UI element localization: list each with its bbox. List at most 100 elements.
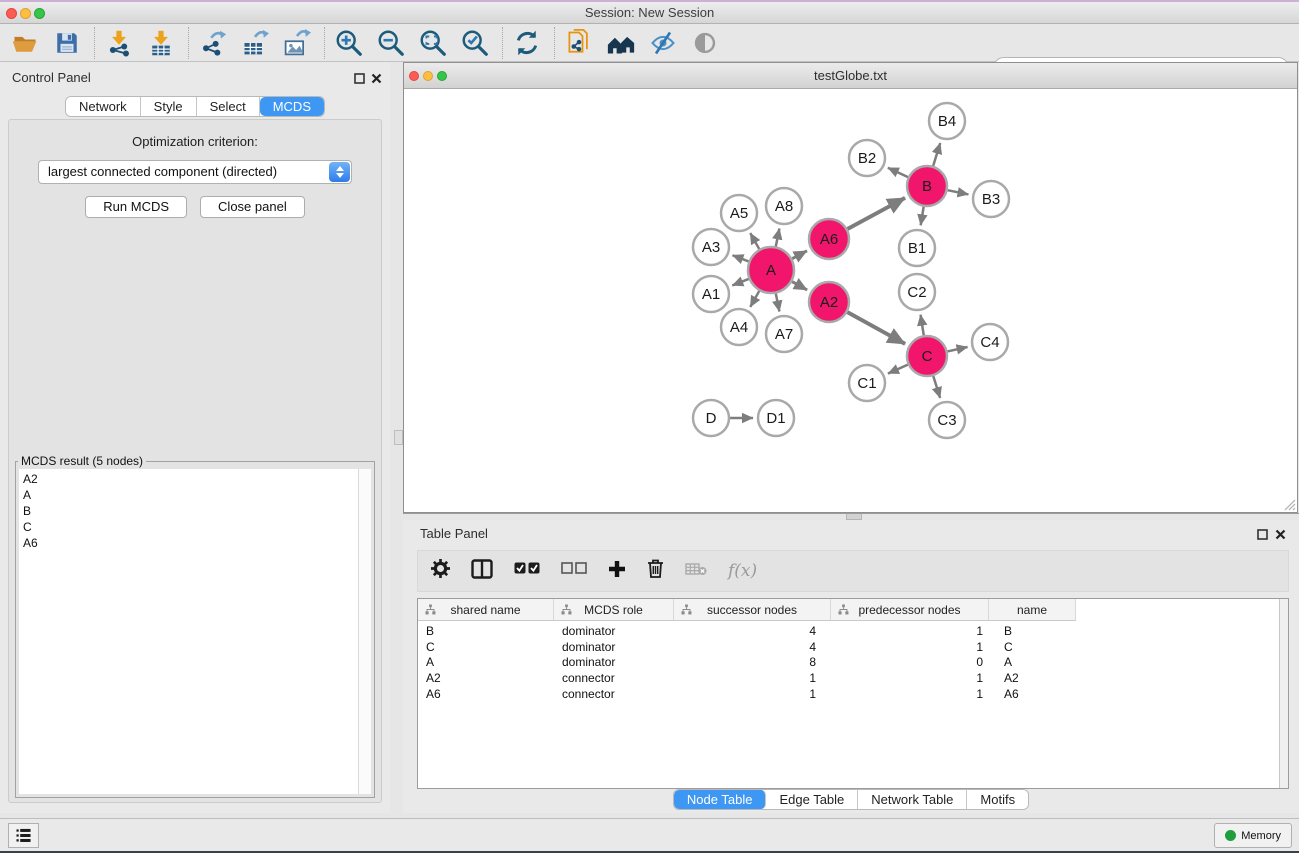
run-mcds-button[interactable]: Run MCDS (85, 196, 187, 218)
table-row[interactable]: A6connector11A6 (418, 686, 1278, 702)
graph-edge-A-A5[interactable] (750, 233, 759, 249)
zoom-in-button[interactable] (334, 28, 364, 58)
close-panel-button[interactable]: Close panel (200, 196, 305, 218)
tab-node-table[interactable]: Node Table (674, 790, 767, 809)
refresh-layout-button[interactable] (512, 28, 542, 58)
graph-edge-A-A1[interactable] (732, 279, 748, 286)
add-column-button[interactable] (608, 560, 626, 583)
graph-node-B1[interactable]: B1 (899, 230, 935, 266)
select-all-rows-button[interactable] (514, 562, 540, 580)
table-row[interactable]: Adominator80A (418, 654, 1278, 670)
graph-node-C4[interactable]: C4 (972, 324, 1008, 360)
zoom-out-button[interactable] (376, 28, 406, 58)
graph-edge-A-A6[interactable] (792, 251, 807, 259)
graph-edge-B-B2[interactable] (888, 168, 908, 177)
open-session-button[interactable] (10, 28, 40, 58)
table-row[interactable]: Cdominator41C (418, 639, 1278, 655)
graph-edge-A2-C[interactable] (847, 312, 905, 344)
graph-node-A7[interactable]: A7 (766, 316, 802, 352)
table-scrollbar[interactable] (1279, 599, 1288, 788)
minimize-window-button[interactable] (20, 8, 31, 19)
show-panels-button[interactable] (8, 823, 39, 848)
deselect-all-rows-button[interactable] (561, 562, 587, 580)
graph-edge-B-B4[interactable] (933, 143, 940, 166)
graph-node-B[interactable]: B (907, 166, 947, 206)
tab-style[interactable]: Style (141, 97, 197, 116)
list-item[interactable]: A6 (19, 535, 371, 551)
result-list-scrollbar[interactable] (358, 469, 371, 794)
export-table-button[interactable] (240, 28, 270, 58)
minimize-network-window-button[interactable] (423, 71, 433, 81)
table-row[interactable]: A2connector11A2 (418, 670, 1278, 686)
graph-edge-A-A3[interactable] (732, 255, 748, 261)
graph-edge-C-C1[interactable] (888, 365, 908, 374)
tab-network[interactable]: Network (66, 97, 141, 116)
criterion-dropdown[interactable]: largest connected component (directed) (38, 160, 352, 184)
graph-node-B3[interactable]: B3 (973, 181, 1009, 217)
table-options-gear-button[interactable] (431, 559, 450, 583)
export-network-button[interactable] (198, 28, 228, 58)
graph-node-D[interactable]: D (693, 400, 729, 436)
graph-node-B2[interactable]: B2 (849, 140, 885, 176)
graph-node-C3[interactable]: C3 (929, 402, 965, 438)
network-canvas[interactable]: AA2A6BCA1A3A4A5A7A8B1B2B3B4C1C2C3C4DD1 (404, 89, 1297, 512)
delete-column-button[interactable] (647, 559, 664, 583)
zoom-window-button[interactable] (34, 8, 45, 19)
graph-edge-C-C2[interactable] (921, 315, 924, 336)
list-item[interactable]: C (19, 519, 371, 535)
graph-node-A5[interactable]: A5 (721, 195, 757, 231)
close-panel-icon[interactable] (371, 71, 382, 82)
show-column-button[interactable] (471, 559, 493, 584)
graph-node-A8[interactable]: A8 (766, 188, 802, 224)
import-network-button[interactable] (104, 28, 134, 58)
tab-select[interactable]: Select (197, 97, 260, 116)
window-resize-grip[interactable] (1283, 498, 1296, 511)
graph-edge-A-A4[interactable] (750, 291, 759, 307)
graph-node-A3[interactable]: A3 (693, 229, 729, 265)
column-header-predecessor-nodes[interactable]: predecessor nodes (831, 599, 989, 621)
list-item[interactable]: A (19, 487, 371, 503)
import-table-button[interactable] (146, 28, 176, 58)
list-item[interactable]: B (19, 503, 371, 519)
float-table-panel-icon[interactable] (1257, 527, 1268, 538)
column-header-name[interactable]: name (989, 599, 1076, 621)
mcds-result-list[interactable]: A2 A B C A6 (19, 469, 371, 794)
graph-edge-A-A7[interactable] (776, 294, 780, 312)
graph-edge-B-B1[interactable] (921, 207, 924, 226)
graph-node-A4[interactable]: A4 (721, 309, 757, 345)
graph-edge-B-B3[interactable] (948, 190, 969, 194)
tab-motifs[interactable]: Motifs (967, 790, 1028, 809)
zoom-network-window-button[interactable] (437, 71, 447, 81)
close-table-panel-icon[interactable] (1275, 527, 1286, 538)
graph-edge-C-C4[interactable] (947, 347, 967, 351)
memory-button[interactable]: Memory (1214, 823, 1292, 848)
hide-selected-button[interactable] (648, 28, 678, 58)
new-network-from-selection-button[interactable] (564, 28, 594, 58)
delete-table-button[interactable] (685, 562, 707, 581)
zoom-fit-button[interactable] (418, 28, 448, 58)
graph-node-A1[interactable]: A1 (693, 276, 729, 312)
close-network-window-button[interactable] (409, 71, 419, 81)
float-panel-icon[interactable] (354, 71, 365, 82)
tab-mcds[interactable]: MCDS (260, 97, 324, 116)
show-all-button[interactable] (690, 28, 720, 58)
graph-node-C2[interactable]: C2 (899, 274, 935, 310)
tab-network-table[interactable]: Network Table (858, 790, 967, 809)
save-session-button[interactable] (52, 28, 82, 58)
graph-node-B4[interactable]: B4 (929, 103, 965, 139)
vertical-splitter-handle[interactable] (394, 430, 403, 445)
close-window-button[interactable] (6, 8, 17, 19)
column-header-successor-nodes[interactable]: successor nodes (674, 599, 831, 621)
graph-node-A6[interactable]: A6 (809, 219, 849, 259)
tab-edge-table[interactable]: Edge Table (766, 790, 858, 809)
graph-edge-A-A2[interactable] (792, 282, 807, 290)
graph-edge-A-A8[interactable] (776, 229, 780, 247)
graph-node-D1[interactable]: D1 (758, 400, 794, 436)
list-item[interactable]: A2 (19, 469, 371, 487)
graph-node-A2[interactable]: A2 (809, 282, 849, 322)
table-row[interactable]: Bdominator41B (418, 623, 1278, 639)
graph-node-A[interactable]: A (748, 247, 794, 293)
graph-edge-A6-B[interactable] (847, 198, 905, 229)
first-neighbors-button[interactable] (606, 28, 636, 58)
graph-node-C[interactable]: C (907, 336, 947, 376)
